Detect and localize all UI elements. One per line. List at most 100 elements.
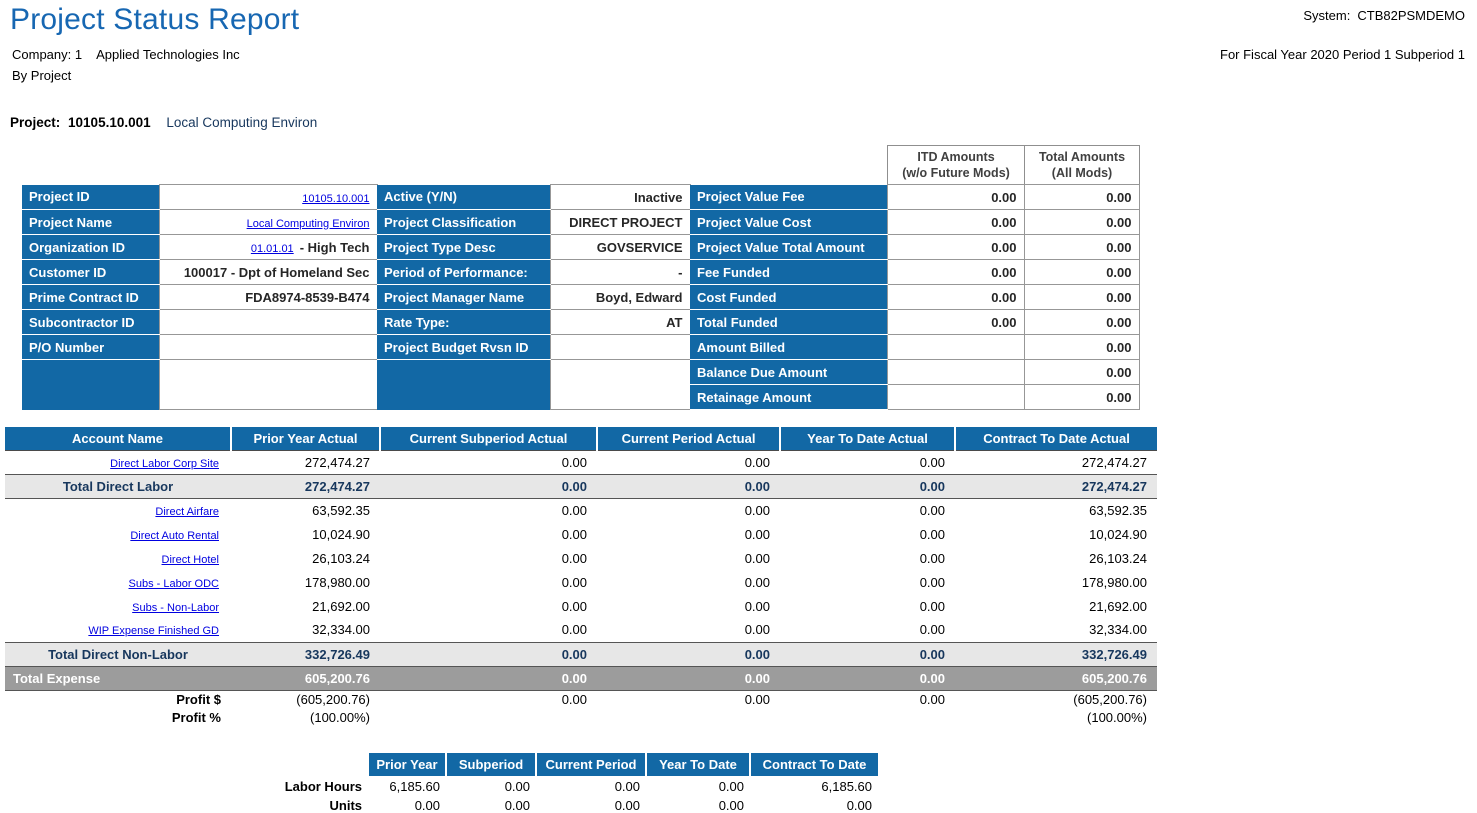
amount-cell: 0.00 — [597, 594, 780, 618]
total-expense-row: Total Expense 605,200.76 0.00 0.00 0.00 … — [5, 666, 1157, 690]
info-label-project-value-cost: Project Value Cost — [690, 210, 887, 235]
units-cell: 0.00 — [750, 797, 878, 813]
amount-cell: 26,103.24 — [231, 546, 380, 570]
hours-cell: 0.00 — [446, 776, 536, 797]
hours-units-table: Prior Year Subperiod Current Period Year… — [240, 753, 878, 813]
header-prior-year: Prior Year — [368, 753, 446, 776]
info-label-project-id: Project ID — [22, 185, 159, 210]
info-label-balance-due: Balance Due Amount — [690, 360, 887, 385]
total-amount-cell: 0.00 — [1024, 260, 1139, 285]
units-label: Units — [240, 797, 368, 813]
info-value-project-budget-rvsn-id — [550, 335, 690, 360]
info-label-prime-contract-id: Prime Contract ID — [22, 285, 159, 310]
amount-cell: 63,592.35 — [955, 498, 1157, 522]
header-contract-to-date: Contract To Date — [750, 753, 878, 776]
account-link[interactable]: Direct Hotel — [162, 554, 219, 566]
account-row-direct-airfare: Direct Airfare 63,592.35 0.00 0.00 0.00 … — [5, 498, 1157, 522]
account-row-direct-hotel: Direct Hotel 26,103.24 0.00 0.00 0.00 26… — [5, 546, 1157, 570]
info-label-fee-funded: Fee Funded — [690, 260, 887, 285]
amount-cell: 0.00 — [780, 642, 955, 666]
units-cell: 0.00 — [646, 797, 750, 813]
project-id-link[interactable]: 10105.10.001 — [302, 193, 369, 205]
amount-cell: 10,024.90 — [955, 522, 1157, 546]
info-label-period-of-performance: Period of Performance: — [377, 260, 550, 285]
amount-cell: 0.00 — [597, 690, 780, 709]
hours-header-spacer — [240, 753, 368, 776]
amount-cell: 0.00 — [380, 690, 597, 709]
info-label-project-budget-rvsn-id: Project Budget Rvsn ID — [377, 335, 550, 360]
amount-cell: 0.00 — [380, 450, 597, 474]
page-title: Project Status Report — [10, 3, 299, 37]
info-label-project-classification: Project Classification — [377, 210, 550, 235]
profit-percent-label: Profit % — [5, 709, 231, 725]
project-name-text: Local Computing Environ — [166, 115, 317, 130]
project-info-left: Project ID 10105.10.001 Project Name Loc… — [22, 184, 378, 410]
project-label: Project: — [10, 115, 60, 130]
amount-cell: 0.00 — [380, 594, 597, 618]
info-label-project-manager: Project Manager Name — [377, 285, 550, 310]
labor-hours-label: Labor Hours — [240, 776, 368, 797]
hours-header-row: Prior Year Subperiod Current Period Year… — [240, 753, 878, 776]
amount-cell: 0.00 — [597, 546, 780, 570]
account-link[interactable]: WIP Expense Finished GD — [88, 625, 219, 637]
amounts-column-headers: ITD Amounts (w/o Future Mods) Total Amou… — [887, 145, 1140, 185]
account-link[interactable]: Direct Auto Rental — [130, 530, 219, 542]
total-amount-cell: 0.00 — [1024, 310, 1139, 335]
amount-cell: 332,726.49 — [231, 642, 380, 666]
info-value-project-id: 10105.10.001 — [159, 185, 377, 210]
account-link[interactable]: Direct Airfare — [155, 506, 219, 518]
itd-amount-cell: 0.00 — [887, 260, 1024, 285]
amount-cell: 0.00 — [597, 498, 780, 522]
info-label-rate-type: Rate Type: — [377, 310, 550, 335]
account-link[interactable]: Direct Labor Corp Site — [110, 458, 219, 470]
project-name-link[interactable]: Local Computing Environ — [247, 218, 370, 230]
header-current-period-actual: Current Period Actual — [597, 427, 780, 450]
account-row-direct-auto-rental: Direct Auto Rental 10,024.90 0.00 0.00 0… — [5, 522, 1157, 546]
labor-hours-row: Labor Hours 6,185.60 0.00 0.00 0.00 6,18… — [240, 776, 878, 797]
project-header-line: Project: 10105.10.001 Local Computing En… — [10, 115, 317, 130]
amount-cell: (605,200.76) — [955, 690, 1157, 709]
amount-cell — [380, 709, 597, 725]
amount-cell: 0.00 — [780, 690, 955, 709]
organization-id-link[interactable]: 01.01.01 — [251, 243, 294, 255]
amount-cell: 0.00 — [780, 570, 955, 594]
total-label: Total Direct Non-Labor — [5, 642, 231, 666]
project-info-amounts: Project Value Fee 0.00 0.00 Project Valu… — [690, 184, 1140, 410]
amount-cell: 0.00 — [597, 570, 780, 594]
amount-cell: 0.00 — [380, 618, 597, 642]
total-row-direct-labor: Total Direct Labor 272,474.27 0.00 0.00 … — [5, 474, 1157, 498]
amount-cell: 605,200.76 — [231, 666, 380, 690]
amount-cell: 26,103.24 — [955, 546, 1157, 570]
info-label-po-number: P/O Number — [22, 335, 159, 360]
info-label-project-name: Project Name — [22, 210, 159, 235]
amount-cell: 0.00 — [380, 666, 597, 690]
by-project-label: By Project — [12, 68, 71, 83]
info-left-blue-filler — [22, 360, 159, 410]
account-link[interactable]: Subs - Labor ODC — [129, 578, 219, 590]
total-amount-cell: 0.00 — [1024, 360, 1139, 385]
amount-cell: 0.00 — [380, 546, 597, 570]
amount-cell: 272,474.27 — [231, 450, 380, 474]
system-value: CTB82PSMDEMO — [1357, 8, 1465, 23]
account-link[interactable]: Subs - Non-Labor — [132, 602, 219, 614]
info-label-cost-funded: Cost Funded — [690, 285, 887, 310]
itd-amount-cell: 0.00 — [887, 235, 1024, 260]
itd-amount-cell: 0.00 — [887, 210, 1024, 235]
amount-cell: 0.00 — [780, 498, 955, 522]
info-value-project-manager: Boyd, Edward — [550, 285, 690, 310]
amount-cell: 32,334.00 — [231, 618, 380, 642]
amount-cell: 0.00 — [380, 642, 597, 666]
total-amounts-header-line1: Total Amounts — [1039, 150, 1125, 164]
info-left-value-filler — [159, 360, 377, 410]
amount-cell: 272,474.27 — [955, 474, 1157, 498]
profit-percent-row: Profit % (100.00%) (100.00%) — [5, 709, 1157, 725]
company-name: Applied Technologies Inc — [96, 47, 240, 62]
amount-cell: 21,692.00 — [955, 594, 1157, 618]
info-label-customer-id: Customer ID — [22, 260, 159, 285]
total-label: Total Direct Labor — [5, 474, 231, 498]
header-current-subperiod-actual: Current Subperiod Actual — [380, 427, 597, 450]
info-label-project-value-fee: Project Value Fee — [690, 185, 887, 210]
info-value-active: Inactive — [550, 185, 690, 210]
info-value-rate-type: AT — [550, 310, 690, 335]
itd-amount-cell — [887, 335, 1024, 360]
